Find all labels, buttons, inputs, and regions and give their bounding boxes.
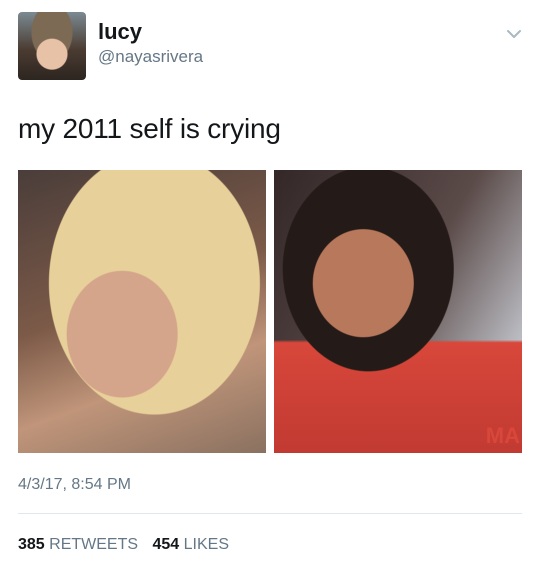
retweets-count: 385: [18, 536, 45, 553]
likes-label: LIKES: [183, 536, 230, 553]
video-watermark: MA: [485, 423, 520, 448]
display-name[interactable]: lucy: [98, 19, 142, 45]
retweets-label: RETWEETS: [49, 536, 139, 553]
divider: [18, 513, 522, 514]
tweet-text: my 2011 self is crying: [18, 113, 281, 144]
retweets-stat[interactable]: 385 RETWEETS: [18, 536, 138, 553]
tweet-photo-left[interactable]: [18, 170, 266, 453]
likes-count: 454: [152, 536, 180, 553]
user-handle[interactable]: @nayasrivera: [98, 47, 203, 67]
avatar[interactable]: [18, 12, 86, 80]
likes-stat[interactable]: 454 LIKES: [153, 536, 230, 553]
tweet-photo-right[interactable]: MA: [274, 170, 522, 453]
tweet-timestamp[interactable]: 4/3/17, 8:54 PM: [18, 476, 131, 494]
tweet-stats: 385 RETWEETS 454 LIKES: [18, 536, 239, 554]
chevron-down-icon[interactable]: [505, 25, 523, 43]
